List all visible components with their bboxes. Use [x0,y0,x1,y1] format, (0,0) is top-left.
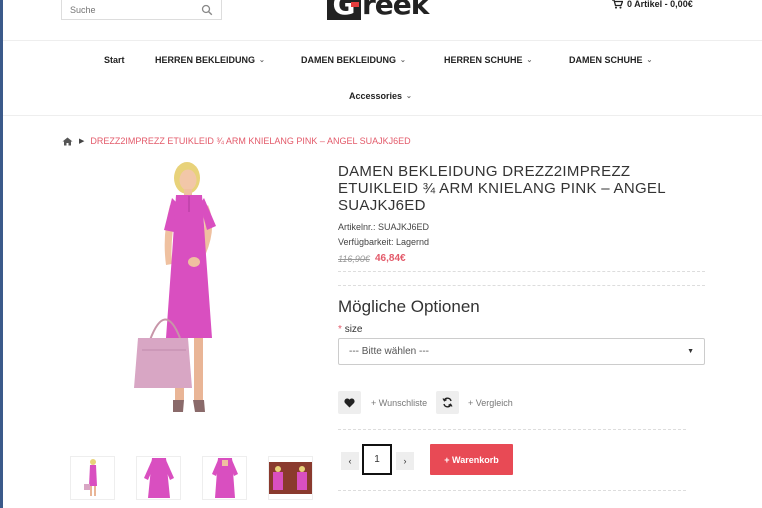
price-new: 46,84€ [375,253,406,264]
size-label-text: size [344,324,363,335]
wishlist-link[interactable]: + Wunschliste [371,398,427,408]
nav-label: HERREN SCHUHE [444,55,523,65]
product-sku: Artikelnr.: SUAJKJ6ED [338,222,430,232]
search-input[interactable] [70,4,190,15]
add-to-cart-button[interactable]: + Warenkorb [430,444,513,475]
breadcrumb-arrow-icon: ▶ [79,138,85,145]
nav-item-damen-schuhe[interactable]: DAMEN SCHUHE ⌄ [569,55,652,65]
nav-divider [3,115,762,116]
divider [338,490,686,491]
quantity-decrease-button[interactable]: ‹ [341,452,359,470]
price-old: 116,90€ [338,254,370,264]
size-label: * size [338,324,362,335]
nav-label: Accessories [349,91,403,101]
nav-label: HERREN BEKLEIDUNG [155,55,256,65]
thumbnail-strip [70,456,313,500]
cart-icon [612,0,623,9]
dropdown-arrow-icon: ▼ [687,348,694,355]
chevron-down-icon: ⌄ [259,57,265,64]
nav-item-herren-schuhe[interactable]: HERREN SCHUHE ⌄ [444,55,532,65]
wishlist-button[interactable] [338,391,361,414]
refresh-icon [442,397,453,408]
size-select[interactable]: --- Bitte wählen --- ▼ [338,338,705,365]
home-icon[interactable] [62,137,73,146]
nav-item-herren-bekleidung[interactable]: HERREN BEKLEIDUNG ⌄ [155,55,265,65]
nav-label: Start [104,55,125,65]
required-star: * [338,324,342,335]
product-main-image[interactable] [120,160,260,422]
logo-mark: G [327,0,361,20]
divider [338,285,705,286]
heart-icon [344,397,355,407]
size-selected-value: --- Bitte wählen --- [349,346,430,357]
nav-item-damen-bekleidung[interactable]: DAMEN BEKLEIDUNG ⌄ [301,55,406,65]
search-box[interactable] [61,0,222,20]
divider [338,429,686,430]
chevron-down-icon: ⌄ [406,93,412,100]
nav-label: DAMEN SCHUHE [569,55,643,65]
divider [338,271,705,272]
cart-label: 0 Artikel - 0,00€ [627,0,693,9]
header-divider [3,40,762,41]
thumbnail-image [269,462,312,494]
product-title: DAMEN BEKLEIDUNG DREZZ2IMPREZZ ETUIKLEID… [338,163,666,214]
nav-item-accessories[interactable]: Accessories ⌄ [349,91,412,101]
thumbnail-image [211,458,238,498]
chevron-down-icon: ⌄ [646,57,653,64]
thumbnail-3[interactable] [202,456,247,500]
quantity-increase-button[interactable]: › [396,452,414,470]
quantity-input[interactable] [362,444,392,475]
nav-item-start[interactable]: Start [104,55,125,65]
thumbnail-image [83,459,97,496]
site-logo[interactable]: Greek [327,0,429,21]
compare-button[interactable] [436,391,459,414]
thumbnail-1[interactable] [70,456,115,500]
thumbnail-4[interactable] [268,456,313,500]
window-left-edge [0,0,3,508]
chevron-down-icon: ⌄ [400,57,406,64]
thumbnail-2[interactable] [136,456,181,500]
breadcrumb-current[interactable]: DREZZ2IMPREZZ ETUIKLEID ¾ ARM KNIELANG P… [90,136,410,146]
chevron-down-icon: ⌄ [526,57,533,64]
product-availability: Verfügbarkeit: Lagernd [338,237,430,247]
breadcrumb: ▶ DREZZ2IMPREZZ ETUIKLEID ¾ ARM KNIELANG… [62,136,411,146]
nav-label: DAMEN BEKLEIDUNG [301,55,397,65]
options-heading: Mögliche Optionen [338,297,480,316]
logo-text: reek [362,0,429,21]
search-icon[interactable] [201,4,213,16]
cart-summary[interactable]: 0 Artikel - 0,00€ [612,0,693,9]
thumbnail-image [143,458,174,498]
compare-link[interactable]: + Vergleich [468,398,513,408]
